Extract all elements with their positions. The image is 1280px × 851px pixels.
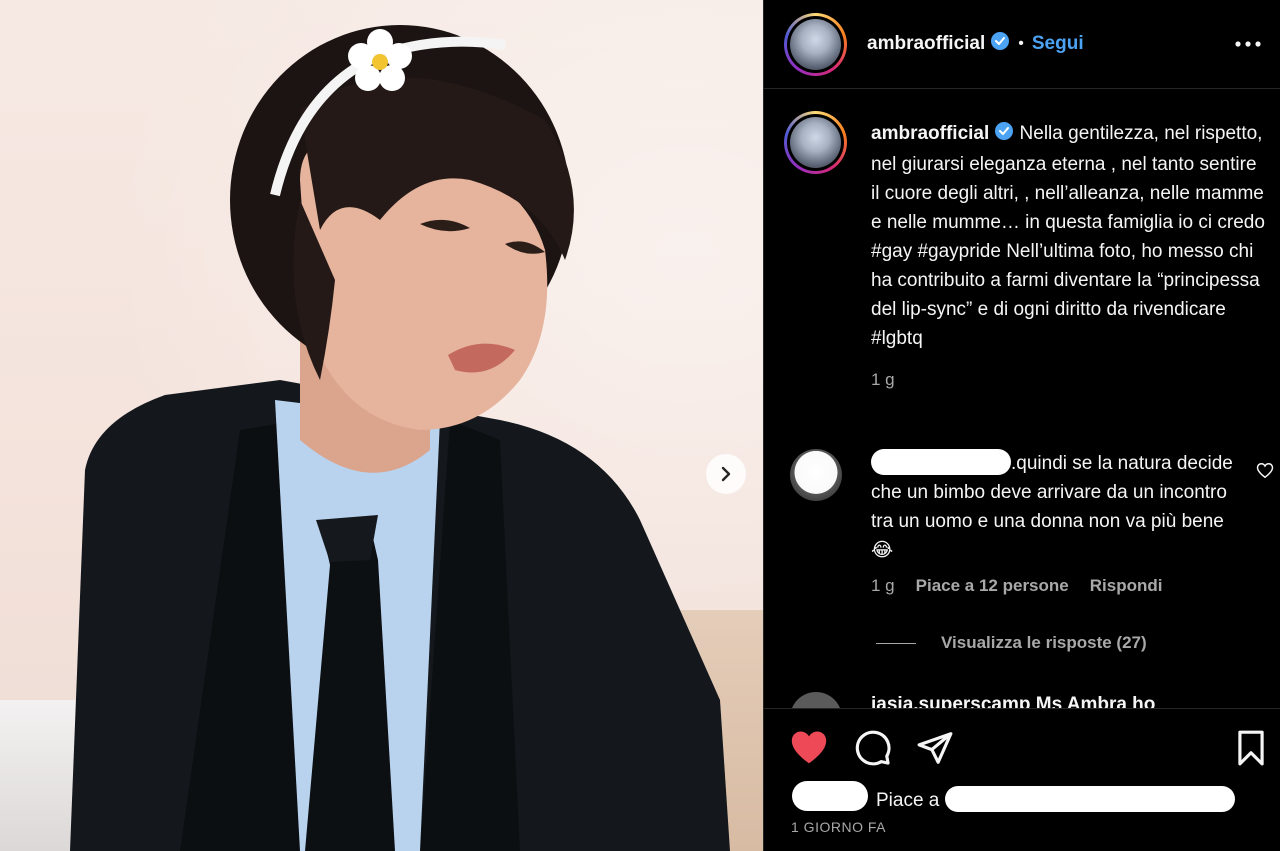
commenter-avatar[interactable] [790, 449, 842, 501]
author-avatar[interactable] [784, 13, 847, 76]
author-username[interactable]: ambraofficial [867, 33, 985, 55]
caption-text: Nella gentilezza, nel rispetto, nel giur… [871, 123, 1265, 349]
caption-time: 1 g [871, 370, 895, 389]
post-header: ambraofficial • Segui [764, 0, 1280, 89]
replies-divider [876, 642, 916, 644]
more-options-button[interactable] [1233, 30, 1263, 58]
comment-like-button[interactable] [1256, 462, 1274, 484]
photo-portrait [70, 25, 730, 851]
share-button[interactable] [916, 729, 954, 772]
separator-dot: • [1018, 34, 1024, 52]
next-photo-button[interactable] [706, 454, 746, 494]
view-replies-label: Visualizza le risposte (27) [941, 633, 1147, 652]
share-icon [917, 732, 953, 764]
caption-author-avatar[interactable] [784, 111, 847, 174]
like-button[interactable] [789, 729, 829, 770]
author-line: ambraofficial • Segui [867, 31, 1084, 56]
next-comment-text: jasia.superscamp Ms Ambra ho [871, 694, 1156, 708]
verified-badge-icon [990, 31, 1010, 56]
post-actions: Piace a 1 GIORNO FA [764, 708, 1280, 851]
post-date[interactable]: 1 GIORNO FA [791, 819, 886, 835]
caption-username[interactable]: ambraofficial [871, 123, 989, 144]
comment-icon [855, 730, 891, 766]
more-options-icon [1235, 41, 1261, 47]
comment-body: .quindi se la natura decide che un bimbo… [871, 449, 1241, 565]
post-caption: ambraofficial Nella gentilezza, nel risp… [871, 119, 1266, 394]
comment-time: 1 g [871, 576, 895, 595]
redacted-liker-names [944, 786, 1235, 812]
liked-by-prefix: Piace a [876, 790, 940, 811]
chevron-right-icon [721, 466, 731, 482]
view-replies-button[interactable]: Visualizza le risposte (27) [876, 633, 1147, 653]
follow-button[interactable]: Segui [1032, 33, 1084, 55]
bookmark-icon [1238, 730, 1264, 766]
save-button[interactable] [1234, 729, 1268, 772]
comment-meta: 1 g Piace a 12 persone Rispondi [871, 576, 1162, 596]
comment-likes[interactable]: Piace a 12 persone [916, 576, 1069, 596]
comment-button[interactable] [854, 729, 892, 772]
heart-icon [791, 731, 827, 764]
reply-button[interactable]: Rispondi [1090, 576, 1163, 596]
liked-by-line[interactable]: Piace a [876, 786, 1235, 812]
liked-by-avatars[interactable] [792, 781, 868, 811]
verified-badge-icon [994, 121, 1014, 150]
post-sidebar: ambraofficial • Segui ambraofficial Nell… [763, 0, 1280, 851]
post-photo[interactable] [0, 0, 763, 851]
redacted-username [871, 449, 1011, 475]
heart-outline-icon [1256, 462, 1274, 479]
next-comment-preview: jasia.superscamp Ms Ambra ho [790, 692, 1270, 708]
next-commenter-avatar[interactable] [790, 692, 842, 708]
